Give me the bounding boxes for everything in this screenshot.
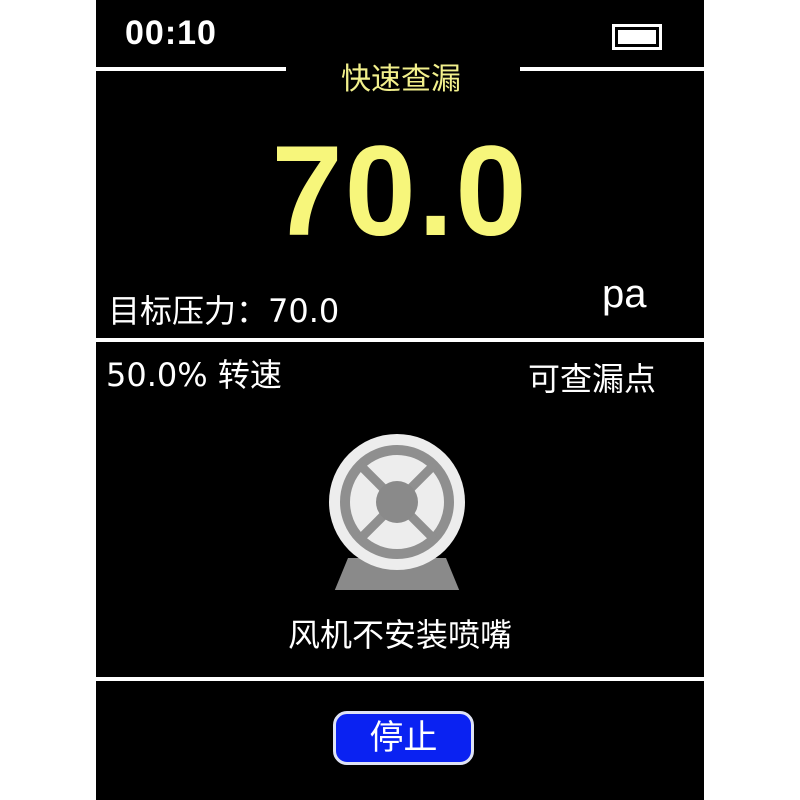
mode-title: 快速查漏 [341, 62, 461, 97]
leak-status: 可查漏点 [528, 360, 657, 398]
battery-tip [612, 24, 662, 50]
fan-caption: 风机不安装喷嘴 [287, 616, 512, 654]
header-divider-left [96, 67, 286, 71]
target-pressure: 目标压力：70.0 [108, 292, 340, 330]
footer-divider [96, 677, 704, 681]
pressure-readout: 70.0 [271, 120, 529, 263]
readout-divider [96, 338, 704, 342]
stop-button[interactable]: 停止 [333, 711, 474, 765]
device-screen: 00:10 快速查漏 70.0 目标压力：70.0 pa 50.0% 转速 可查… [96, 0, 704, 800]
pressure-unit: pa [602, 272, 647, 316]
fan-speed: 50.0% 转速 [106, 356, 282, 394]
fan-icon [329, 434, 465, 590]
clock-time: 00:10 [125, 14, 217, 52]
header-divider-right [520, 67, 704, 71]
